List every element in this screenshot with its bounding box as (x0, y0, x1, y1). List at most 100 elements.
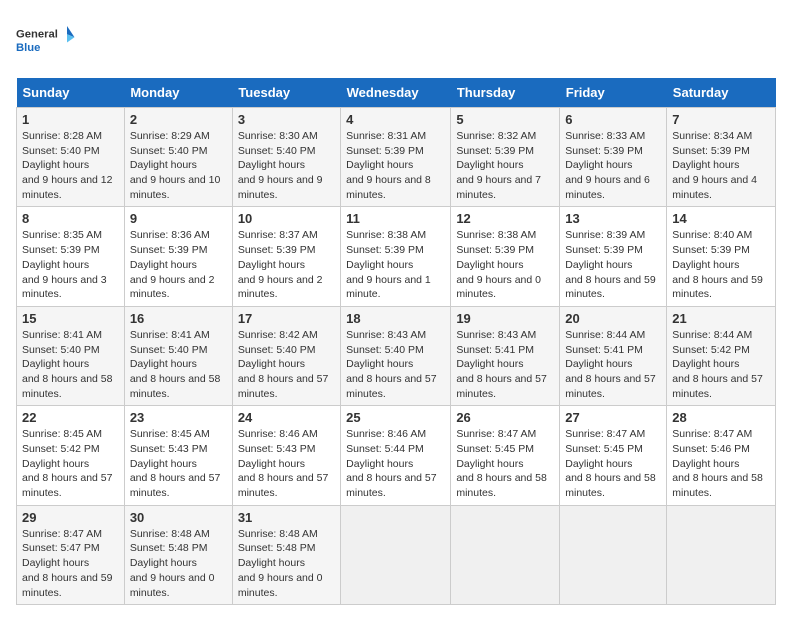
day-info: Sunrise: 8:45 AMSunset: 5:42 PMDaylight … (22, 428, 113, 499)
calendar-day-cell: 28 Sunrise: 8:47 AMSunset: 5:46 PMDaylig… (667, 406, 776, 505)
day-info: Sunrise: 8:29 AMSunset: 5:40 PMDaylight … (130, 130, 221, 201)
calendar-day-cell: 24 Sunrise: 8:46 AMSunset: 5:43 PMDaylig… (232, 406, 340, 505)
svg-text:General: General (16, 28, 58, 40)
day-number: 25 (346, 410, 445, 425)
day-number: 3 (238, 112, 335, 127)
day-info: Sunrise: 8:30 AMSunset: 5:40 PMDaylight … (238, 130, 323, 201)
day-number: 10 (238, 211, 335, 226)
day-number: 22 (22, 410, 119, 425)
calendar-day-cell: 23 Sunrise: 8:45 AMSunset: 5:43 PMDaylig… (124, 406, 232, 505)
day-info: Sunrise: 8:47 AMSunset: 5:47 PMDaylight … (22, 528, 113, 599)
day-number: 19 (456, 311, 554, 326)
day-info: Sunrise: 8:47 AMSunset: 5:45 PMDaylight … (565, 428, 656, 499)
day-number: 11 (346, 211, 445, 226)
day-info: Sunrise: 8:38 AMSunset: 5:39 PMDaylight … (456, 229, 541, 300)
day-number: 14 (672, 211, 770, 226)
day-of-week-header: Friday (560, 78, 667, 108)
day-number: 23 (130, 410, 227, 425)
day-info: Sunrise: 8:38 AMSunset: 5:39 PMDaylight … (346, 229, 431, 300)
day-number: 28 (672, 410, 770, 425)
day-info: Sunrise: 8:46 AMSunset: 5:44 PMDaylight … (346, 428, 437, 499)
empty-cell (667, 505, 776, 604)
day-info: Sunrise: 8:47 AMSunset: 5:45 PMDaylight … (456, 428, 547, 499)
day-of-week-header: Tuesday (232, 78, 340, 108)
day-info: Sunrise: 8:44 AMSunset: 5:42 PMDaylight … (672, 329, 763, 400)
calendar-day-cell: 30 Sunrise: 8:48 AMSunset: 5:48 PMDaylig… (124, 505, 232, 604)
day-number: 13 (565, 211, 661, 226)
day-of-week-header: Sunday (17, 78, 125, 108)
day-info: Sunrise: 8:48 AMSunset: 5:48 PMDaylight … (130, 528, 215, 599)
day-number: 2 (130, 112, 227, 127)
calendar-day-cell: 3 Sunrise: 8:30 AMSunset: 5:40 PMDayligh… (232, 108, 340, 207)
calendar-day-cell: 27 Sunrise: 8:47 AMSunset: 5:45 PMDaylig… (560, 406, 667, 505)
calendar-week-row: 15 Sunrise: 8:41 AMSunset: 5:40 PMDaylig… (17, 306, 776, 405)
calendar-week-row: 22 Sunrise: 8:45 AMSunset: 5:42 PMDaylig… (17, 406, 776, 505)
calendar-day-cell: 21 Sunrise: 8:44 AMSunset: 5:42 PMDaylig… (667, 306, 776, 405)
calendar-day-cell: 5 Sunrise: 8:32 AMSunset: 5:39 PMDayligh… (451, 108, 560, 207)
calendar-day-cell: 12 Sunrise: 8:38 AMSunset: 5:39 PMDaylig… (451, 207, 560, 306)
calendar-day-cell: 26 Sunrise: 8:47 AMSunset: 5:45 PMDaylig… (451, 406, 560, 505)
logo: General Blue (16, 16, 76, 66)
calendar-day-cell: 18 Sunrise: 8:43 AMSunset: 5:40 PMDaylig… (341, 306, 451, 405)
day-info: Sunrise: 8:28 AMSunset: 5:40 PMDaylight … (22, 130, 113, 201)
calendar-week-row: 29 Sunrise: 8:47 AMSunset: 5:47 PMDaylig… (17, 505, 776, 604)
day-number: 9 (130, 211, 227, 226)
day-number: 12 (456, 211, 554, 226)
day-info: Sunrise: 8:32 AMSunset: 5:39 PMDaylight … (456, 130, 541, 201)
day-info: Sunrise: 8:46 AMSunset: 5:43 PMDaylight … (238, 428, 329, 499)
day-info: Sunrise: 8:43 AMSunset: 5:40 PMDaylight … (346, 329, 437, 400)
day-number: 31 (238, 510, 335, 525)
day-info: Sunrise: 8:41 AMSunset: 5:40 PMDaylight … (22, 329, 113, 400)
calendar-day-cell: 11 Sunrise: 8:38 AMSunset: 5:39 PMDaylig… (341, 207, 451, 306)
calendar-day-cell: 4 Sunrise: 8:31 AMSunset: 5:39 PMDayligh… (341, 108, 451, 207)
day-number: 24 (238, 410, 335, 425)
day-of-week-header: Monday (124, 78, 232, 108)
page-header: General Blue (16, 16, 776, 66)
day-number: 30 (130, 510, 227, 525)
day-of-week-header: Thursday (451, 78, 560, 108)
day-info: Sunrise: 8:34 AMSunset: 5:39 PMDaylight … (672, 130, 757, 201)
svg-text:Blue: Blue (16, 42, 40, 54)
day-info: Sunrise: 8:45 AMSunset: 5:43 PMDaylight … (130, 428, 221, 499)
day-info: Sunrise: 8:43 AMSunset: 5:41 PMDaylight … (456, 329, 547, 400)
day-number: 1 (22, 112, 119, 127)
day-info: Sunrise: 8:42 AMSunset: 5:40 PMDaylight … (238, 329, 329, 400)
day-number: 27 (565, 410, 661, 425)
day-number: 18 (346, 311, 445, 326)
day-of-week-header: Saturday (667, 78, 776, 108)
calendar-day-cell: 10 Sunrise: 8:37 AMSunset: 5:39 PMDaylig… (232, 207, 340, 306)
day-info: Sunrise: 8:31 AMSunset: 5:39 PMDaylight … (346, 130, 431, 201)
day-info: Sunrise: 8:39 AMSunset: 5:39 PMDaylight … (565, 229, 656, 300)
day-info: Sunrise: 8:36 AMSunset: 5:39 PMDaylight … (130, 229, 215, 300)
calendar-day-cell: 14 Sunrise: 8:40 AMSunset: 5:39 PMDaylig… (667, 207, 776, 306)
calendar-day-cell: 17 Sunrise: 8:42 AMSunset: 5:40 PMDaylig… (232, 306, 340, 405)
calendar-day-cell: 15 Sunrise: 8:41 AMSunset: 5:40 PMDaylig… (17, 306, 125, 405)
empty-cell (451, 505, 560, 604)
day-number: 6 (565, 112, 661, 127)
day-number: 29 (22, 510, 119, 525)
day-number: 17 (238, 311, 335, 326)
calendar-table: SundayMondayTuesdayWednesdayThursdayFrid… (16, 78, 776, 605)
calendar-day-cell: 31 Sunrise: 8:48 AMSunset: 5:48 PMDaylig… (232, 505, 340, 604)
empty-cell (560, 505, 667, 604)
day-number: 20 (565, 311, 661, 326)
calendar-day-cell: 8 Sunrise: 8:35 AMSunset: 5:39 PMDayligh… (17, 207, 125, 306)
day-info: Sunrise: 8:41 AMSunset: 5:40 PMDaylight … (130, 329, 221, 400)
calendar-week-row: 8 Sunrise: 8:35 AMSunset: 5:39 PMDayligh… (17, 207, 776, 306)
day-info: Sunrise: 8:47 AMSunset: 5:46 PMDaylight … (672, 428, 763, 499)
day-number: 15 (22, 311, 119, 326)
calendar-day-cell: 22 Sunrise: 8:45 AMSunset: 5:42 PMDaylig… (17, 406, 125, 505)
calendar-day-cell: 20 Sunrise: 8:44 AMSunset: 5:41 PMDaylig… (560, 306, 667, 405)
day-number: 26 (456, 410, 554, 425)
logo-svg: General Blue (16, 16, 76, 66)
calendar-day-cell: 16 Sunrise: 8:41 AMSunset: 5:40 PMDaylig… (124, 306, 232, 405)
calendar-day-cell: 19 Sunrise: 8:43 AMSunset: 5:41 PMDaylig… (451, 306, 560, 405)
day-of-week-header: Wednesday (341, 78, 451, 108)
day-number: 7 (672, 112, 770, 127)
day-number: 4 (346, 112, 445, 127)
day-info: Sunrise: 8:33 AMSunset: 5:39 PMDaylight … (565, 130, 650, 201)
day-number: 5 (456, 112, 554, 127)
day-info: Sunrise: 8:44 AMSunset: 5:41 PMDaylight … (565, 329, 656, 400)
calendar-day-cell: 6 Sunrise: 8:33 AMSunset: 5:39 PMDayligh… (560, 108, 667, 207)
calendar-header-row: SundayMondayTuesdayWednesdayThursdayFrid… (17, 78, 776, 108)
